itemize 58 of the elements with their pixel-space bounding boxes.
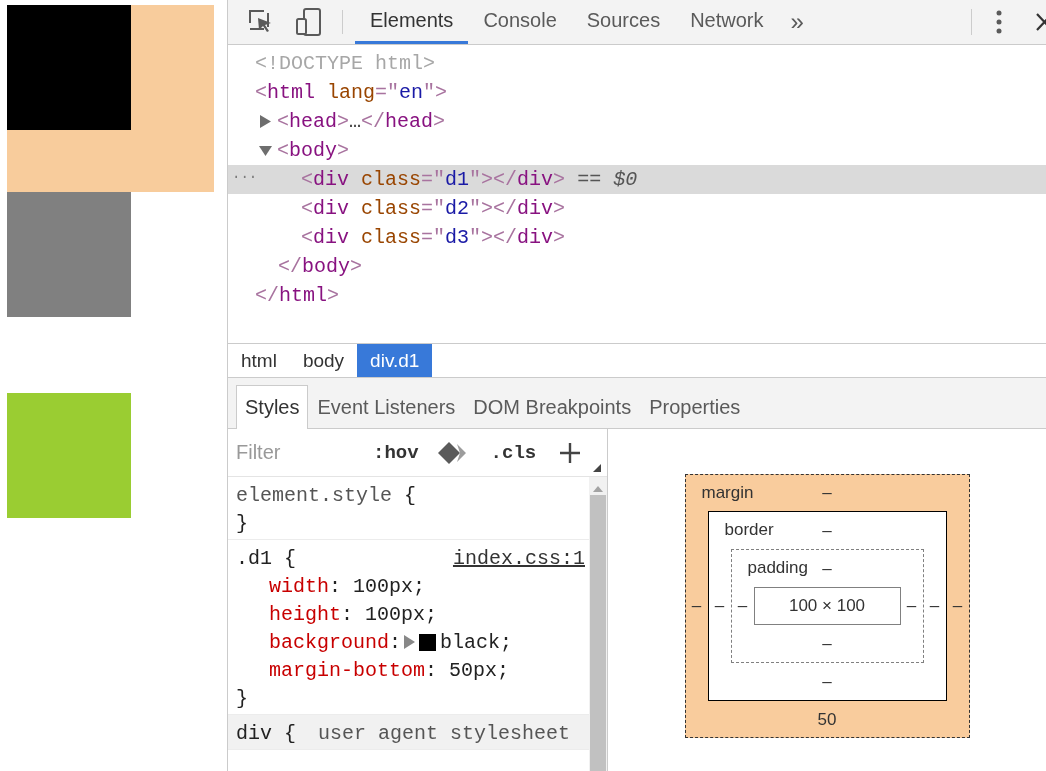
- sidebar-tab[interactable]: DOM Breakpoints: [464, 385, 641, 428]
- source-link[interactable]: index.css:1: [452, 546, 585, 570]
- panel-tab[interactable]: Sources: [571, 0, 676, 44]
- css-selector: .d1 {: [236, 546, 298, 570]
- sidebar-tab[interactable]: Styles: [236, 385, 309, 429]
- box-value: –: [906, 596, 917, 616]
- origin-label: user agent stylesheet: [318, 721, 571, 745]
- dom-node-line[interactable]: <head>…</head>: [228, 107, 1046, 136]
- diamond-icon: [436, 440, 469, 465]
- sidebar-tab[interactable]: Event Listeners: [308, 385, 465, 428]
- panel-tab[interactable]: Elements: [355, 0, 469, 44]
- panel-tab[interactable]: Network: [675, 0, 779, 44]
- corner-icon: [593, 464, 601, 472]
- box-label: padding: [747, 558, 808, 578]
- class-toggle[interactable]: .cls: [490, 441, 537, 464]
- breadcrumb-item[interactable]: body: [289, 344, 358, 377]
- box-value: –: [737, 596, 748, 616]
- dom-node-line[interactable]: <html lang="en">: [228, 78, 1046, 107]
- box-value: –: [952, 596, 963, 616]
- css-brace: }: [236, 510, 249, 537]
- box-label: border: [724, 520, 774, 540]
- more-tabs-button[interactable]: »: [778, 0, 816, 44]
- more-options-icon: [996, 10, 1002, 34]
- box-value: –: [822, 520, 832, 541]
- box-value: –: [822, 671, 832, 692]
- content-box: 100 × 100: [753, 587, 901, 625]
- dom-node-line[interactable]: </html>: [228, 281, 1046, 310]
- css-property-line[interactable]: background: black;: [236, 628, 589, 656]
- dom-node-line[interactable]: </body>: [228, 252, 1046, 281]
- box-value: 50: [817, 709, 837, 730]
- color-swatch[interactable]: [419, 633, 437, 651]
- box-value: –: [822, 483, 832, 503]
- css-property-line[interactable]: margin-bottom: 50px;: [236, 656, 589, 684]
- css-property-line[interactable]: height: 100px;: [236, 600, 589, 628]
- dom-node-line[interactable]: <body>: [228, 136, 1046, 165]
- breadcrumb-item[interactable]: html: [228, 344, 290, 377]
- sidebar-tab[interactable]: Properties: [640, 385, 750, 428]
- device-icon: [296, 8, 322, 36]
- box-value: –: [822, 633, 832, 654]
- panel-tab[interactable]: Console: [468, 0, 572, 44]
- scrollbar-thumb[interactable]: [590, 495, 606, 771]
- dom-node-line[interactable]: <div class="d2"></div>: [228, 194, 1046, 223]
- breadcrumb-item[interactable]: div.d1: [357, 344, 433, 377]
- css-property-line[interactable]: width: 100px;: [236, 572, 589, 600]
- box-value: –: [822, 558, 832, 579]
- scroll-up-icon: [593, 485, 603, 492]
- css-brace: }: [236, 685, 249, 712]
- plus-icon: [560, 442, 581, 463]
- css-selector: element.style {: [236, 483, 418, 507]
- filter-field[interactable]: Filter: [236, 441, 356, 464]
- dom-node-line[interactable]: <div class="d3"></div>: [228, 223, 1046, 252]
- box-value: –: [929, 596, 940, 616]
- box-value: –: [714, 596, 725, 616]
- box-label: margin: [701, 483, 754, 503]
- close-icon: [1036, 13, 1046, 31]
- css-selector: div {: [236, 721, 297, 745]
- box-value: –: [691, 596, 702, 616]
- hover-state-toggle[interactable]: :hov: [373, 441, 419, 464]
